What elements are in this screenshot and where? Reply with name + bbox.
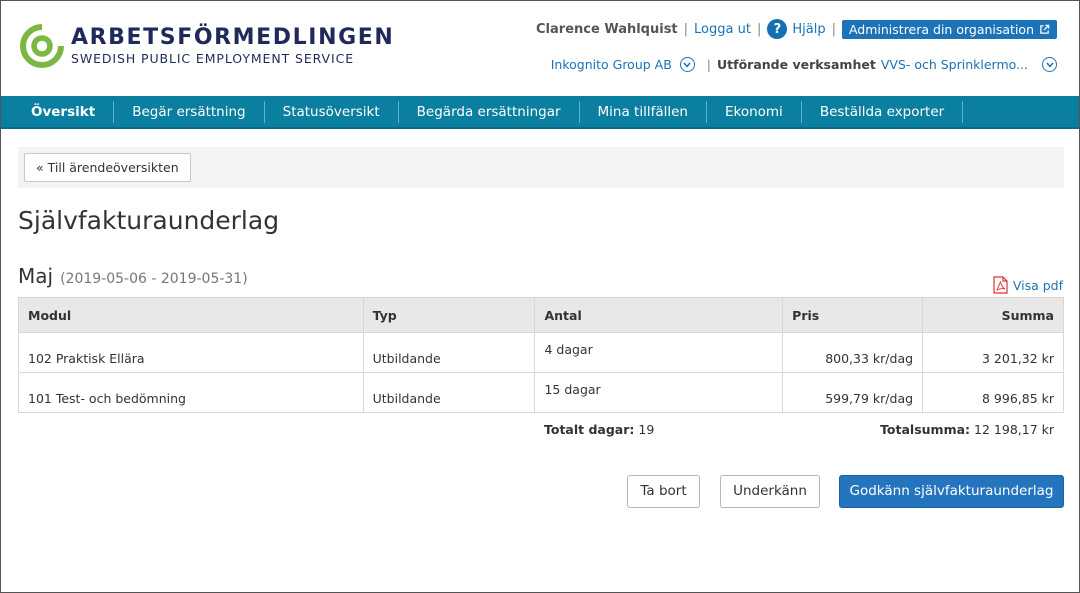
column-header-summa[interactable]: Summa: [922, 297, 1064, 333]
total-sum: Totalsumma: 12 198,17 kr: [880, 422, 1054, 437]
main-navigation: Översikt Begär ersättning Statusöversikt…: [1, 96, 1079, 129]
logo-subtitle: SWEDISH PUBLIC EMPLOYMENT SERVICE: [71, 51, 354, 66]
help-link[interactable]: Hjälp: [792, 22, 825, 37]
separator: |: [683, 21, 689, 37]
cell-summa: 3 201,32 kr: [922, 332, 1064, 373]
help-icon[interactable]: ?: [767, 19, 788, 39]
user-name: Clarence Wahlquist: [536, 21, 678, 37]
period-heading: Maj (2019-05-06 - 2019-05-31): [18, 264, 248, 288]
column-header-pris[interactable]: Pris: [782, 297, 924, 333]
nav-item-bestallda-exporter[interactable]: Beställda exporter: [802, 100, 964, 123]
reject-button[interactable]: Underkänn: [720, 475, 820, 508]
operation-selector[interactable]: VVS- och Sprinklermo...: [881, 57, 1028, 72]
nav-item-mina-tillfallen[interactable]: Mina tillfällen: [580, 100, 707, 123]
cell-modul: 101 Test- och bedömning: [18, 372, 364, 413]
total-days-label: Totalt dagar:: [544, 422, 635, 437]
total-sum-value: 12 198,17 kr: [974, 422, 1054, 437]
user-toolbar: Clarence Wahlquist | Logga ut | ? Hjälp …: [536, 19, 1057, 39]
page-title: Självfakturaunderlag: [18, 206, 280, 235]
nav-item-oversikt[interactable]: Översikt: [13, 100, 115, 123]
cell-summa: 8 996,85 kr: [922, 372, 1064, 413]
logout-link[interactable]: Logga ut: [694, 22, 751, 37]
cell-pris: 599,79 kr/dag: [782, 372, 924, 413]
total-days-value: 19: [638, 422, 655, 437]
admin-organisation-label: Administrera din organisation: [848, 21, 1034, 37]
column-header-modul[interactable]: Modul: [18, 297, 364, 333]
chevron-down-icon[interactable]: [1042, 57, 1057, 72]
separator: |: [706, 57, 712, 72]
logo-mark-icon: [20, 24, 64, 68]
table-header-row: Modul Typ Antal Pris Summa: [18, 297, 1064, 333]
nav-item-begar-ersattning[interactable]: Begär ersättning: [114, 100, 265, 123]
approve-button[interactable]: Godkänn självfakturaunderlag: [839, 475, 1064, 508]
cell-typ: Utbildande: [362, 372, 536, 413]
nav-item-statusoversikt[interactable]: Statusöversikt: [265, 100, 399, 123]
column-header-antal[interactable]: Antal: [534, 297, 784, 333]
organisation-selector[interactable]: Inkognito Group AB: [551, 57, 672, 72]
separator: |: [756, 21, 762, 37]
month-label: Maj: [18, 264, 54, 288]
column-header-typ[interactable]: Typ: [362, 297, 536, 333]
separator: |: [831, 21, 836, 37]
invoice-table: Modul Typ Antal Pris Summa 102 Praktisk …: [18, 297, 1064, 413]
organisation-row: Inkognito Group AB | Utförande verksamhe…: [551, 57, 1057, 72]
view-pdf-link[interactable]: Visa pdf: [993, 276, 1063, 294]
nav-item-ekonomi[interactable]: Ekonomi: [707, 100, 802, 123]
external-link-icon: [1040, 24, 1050, 34]
page-header: ARBETSFÖRMEDLINGEN SWEDISH PUBLIC EMPLOY…: [1, 1, 1079, 96]
pdf-icon: [993, 276, 1008, 294]
cell-antal: 15 dagar: [534, 372, 784, 413]
cell-antal: 4 dagar: [534, 332, 784, 373]
table-row: 101 Test- och bedömning Utbildande 15 da…: [18, 372, 1064, 413]
cell-modul: 102 Praktisk Ellära: [18, 332, 364, 373]
remove-button[interactable]: Ta bort: [627, 475, 700, 508]
table-row: 102 Praktisk Ellära Utbildande 4 dagar 8…: [18, 332, 1064, 373]
admin-organisation-button[interactable]: Administrera din organisation: [841, 19, 1057, 39]
nav-item-begarda-ersattningar[interactable]: Begärda ersättningar: [399, 100, 580, 123]
total-days: Totalt dagar: 19: [544, 422, 654, 437]
arbetsformedlingen-logo[interactable]: ARBETSFÖRMEDLINGEN SWEDISH PUBLIC EMPLOY…: [19, 23, 394, 69]
organisation-name: Inkognito Group AB: [550, 57, 672, 72]
total-sum-label: Totalsumma:: [880, 422, 971, 437]
breadcrumb-bar: « Till ärendeöversikten: [18, 147, 1064, 188]
cell-typ: Utbildande: [362, 332, 536, 373]
logo-title: ARBETSFÖRMEDLINGEN: [71, 25, 395, 50]
period-range: (2019-05-06 - 2019-05-31): [60, 271, 248, 287]
cell-pris: 800,33 kr/dag: [782, 332, 924, 373]
operation-label: Utförande verksamhet: [717, 57, 876, 72]
view-pdf-label: Visa pdf: [1012, 277, 1063, 293]
chevron-down-icon[interactable]: [679, 57, 695, 72]
back-to-overview-button[interactable]: « Till ärendeöversikten: [24, 153, 191, 182]
